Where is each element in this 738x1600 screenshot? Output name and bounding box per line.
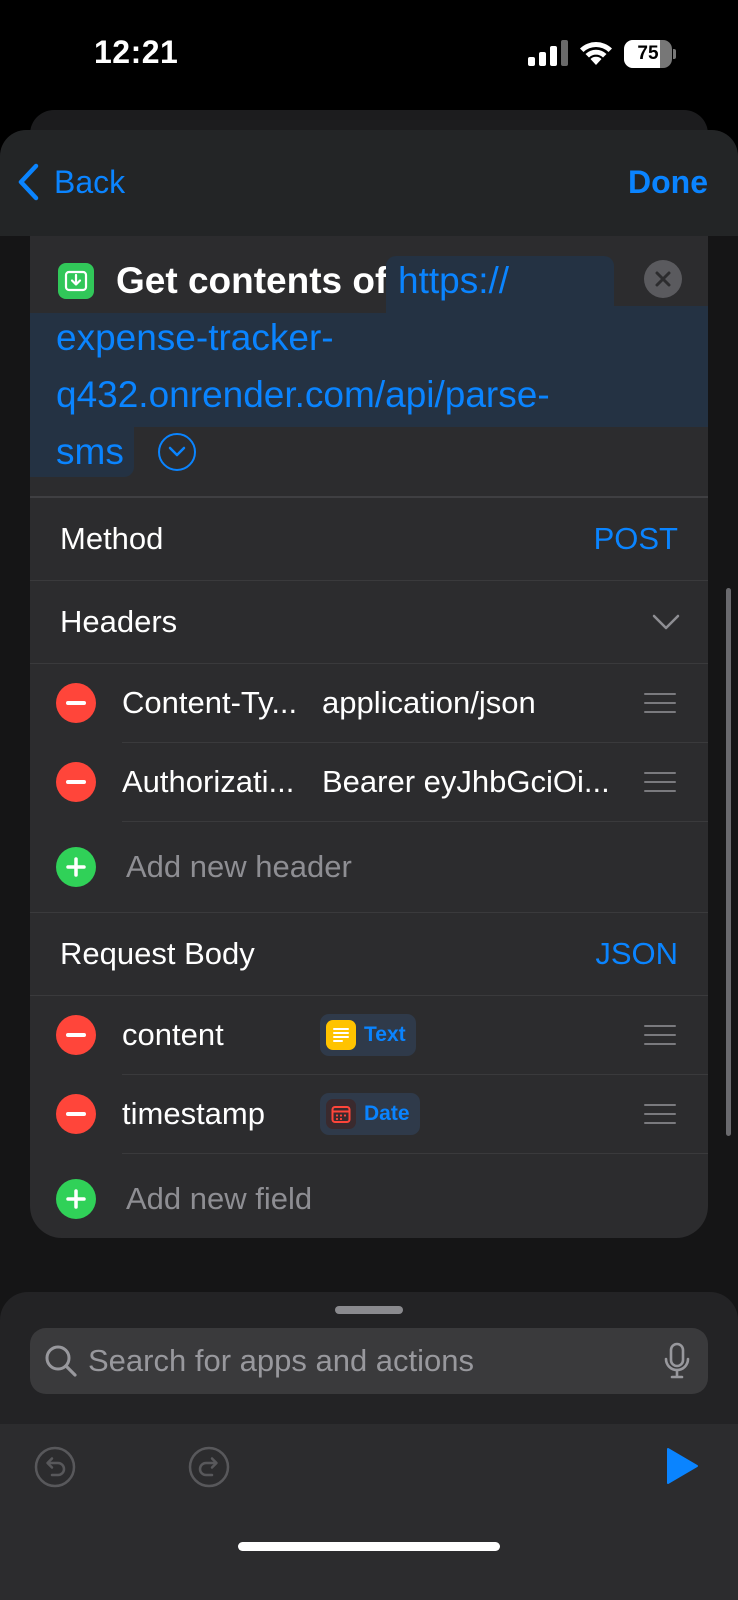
url-token-line-3[interactable]: q432.onrender.com/api/parse- (30, 370, 708, 420)
drag-handle-icon[interactable] (644, 772, 676, 792)
get-contents-action-card: Get contents of https:// expense-tracker… (30, 236, 708, 1238)
expand-options-button[interactable] (158, 433, 196, 471)
headers-label: Headers (60, 604, 178, 639)
actions-drawer: Search for apps and actions (0, 1292, 738, 1600)
url-token-line-4[interactable]: sms (30, 427, 134, 477)
add-header-label[interactable]: Add new header (126, 849, 352, 885)
body-field: content Text (30, 996, 708, 1074)
redo-icon[interactable] (188, 1446, 230, 1488)
add-field-label[interactable]: Add new field (126, 1181, 312, 1217)
cellular-signal-icon (528, 40, 568, 66)
calendar-icon (326, 1099, 356, 1129)
add-field-button[interactable] (56, 1179, 96, 1219)
field-key[interactable]: timestamp (122, 1096, 265, 1132)
drag-handle-icon[interactable] (644, 1104, 676, 1124)
editor-toolbar (0, 1424, 738, 1600)
date-variable-token[interactable]: Date (320, 1093, 420, 1135)
add-header-row[interactable]: Add new header (30, 822, 708, 912)
header-value[interactable]: Bearer eyJhbGciOi... (322, 764, 610, 800)
header-item: Content-Ty... application/json (30, 664, 708, 742)
variable-label: Text (364, 1023, 406, 1046)
chevron-down-icon (168, 446, 186, 457)
play-icon[interactable] (664, 1446, 700, 1486)
microphone-icon[interactable] (664, 1342, 690, 1380)
undo-icon[interactable] (34, 1446, 76, 1488)
back-button[interactable]: Back (16, 160, 125, 204)
method-row[interactable]: Method POST (30, 498, 708, 580)
chevron-down-icon (652, 614, 680, 630)
header-item: Authorizati... Bearer eyJhbGciOi... (30, 743, 708, 821)
search-input[interactable]: Search for apps and actions (30, 1328, 708, 1394)
status-bar: 12:21 75 (0, 0, 738, 110)
request-body-row[interactable]: Request Body JSON (30, 913, 708, 995)
request-body-type[interactable]: JSON (595, 936, 678, 972)
drag-handle-icon[interactable] (644, 1025, 676, 1045)
remove-action-button[interactable] (644, 260, 682, 298)
headers-row[interactable]: Headers (30, 581, 708, 663)
drawer-grabber[interactable] (335, 1306, 403, 1314)
action-header: Get contents of https:// expense-tracker… (30, 236, 708, 498)
shortcut-editor-sheet: Back Done Get contents of https:// expen… (0, 130, 738, 1600)
body-field: timestamp Date (30, 1075, 708, 1153)
add-field-row[interactable]: Add new field (30, 1154, 708, 1238)
request-body-label: Request Body (60, 936, 255, 971)
method-value[interactable]: POST (594, 521, 678, 557)
close-icon (655, 271, 671, 287)
action-title: Get contents of (116, 260, 388, 301)
done-button[interactable]: Done (628, 160, 708, 204)
home-indicator[interactable] (238, 1542, 500, 1551)
search-placeholder: Search for apps and actions (88, 1343, 475, 1378)
nav-bar: Back Done (0, 130, 738, 236)
text-variable-icon (326, 1020, 356, 1050)
battery-icon: 75 (624, 40, 676, 68)
header-key[interactable]: Authorizati... (122, 764, 294, 800)
plus-icon (66, 857, 86, 877)
text-variable-token[interactable]: Text (320, 1014, 416, 1056)
variable-label: Date (364, 1102, 410, 1125)
remove-header-button[interactable] (56, 683, 96, 723)
download-icon (58, 263, 94, 299)
remove-field-button[interactable] (56, 1015, 96, 1055)
remove-header-button[interactable] (56, 762, 96, 802)
method-label: Method (60, 521, 164, 556)
remove-field-button[interactable] (56, 1094, 96, 1134)
scroll-indicator[interactable] (726, 588, 731, 1136)
field-key[interactable]: content (122, 1017, 224, 1053)
back-label: Back (54, 163, 126, 200)
header-value[interactable]: application/json (322, 685, 536, 721)
url-token-line-2[interactable]: expense-tracker- (30, 313, 708, 363)
status-time: 12:21 (94, 34, 179, 70)
chevron-left-icon (18, 163, 39, 201)
search-icon (45, 1345, 77, 1377)
drag-handle-icon[interactable] (644, 693, 676, 713)
url-token-line-1[interactable]: https:// (386, 256, 614, 306)
wifi-icon (580, 42, 612, 65)
plus-icon (66, 1189, 86, 1209)
battery-level: 75 (637, 43, 659, 64)
add-header-button[interactable] (56, 847, 96, 887)
header-key[interactable]: Content-Ty... (122, 685, 297, 721)
